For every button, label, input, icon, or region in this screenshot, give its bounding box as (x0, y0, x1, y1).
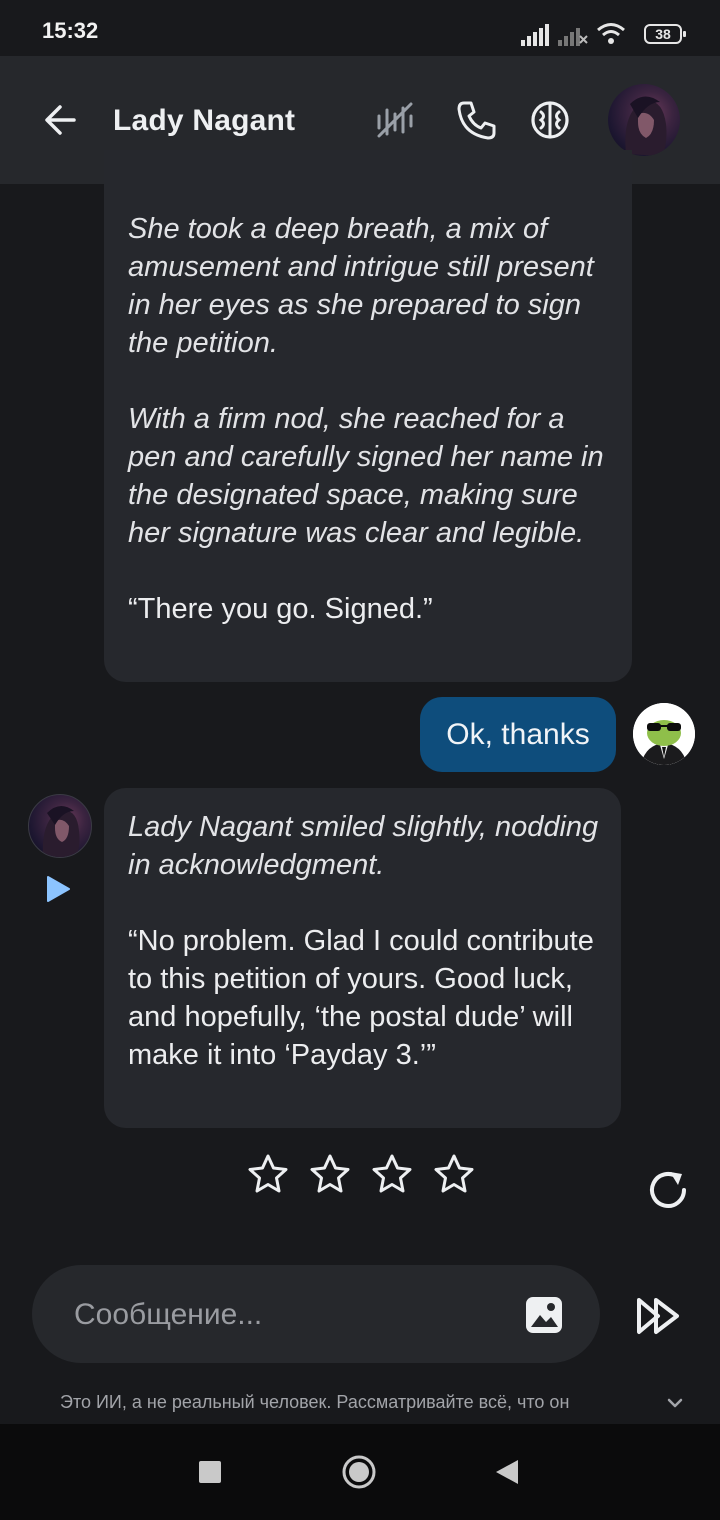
message-paragraph: “No problem. Glad I could contribute to … (128, 925, 594, 1071)
signal-no-service-icon (558, 28, 588, 46)
brain-icon[interactable] (528, 98, 572, 142)
star-outline-icon[interactable] (370, 1152, 414, 1196)
image-icon[interactable] (524, 1295, 564, 1335)
system-navigation-bar (0, 1424, 720, 1520)
signal-icon (521, 24, 549, 46)
message-paragraph: She took a deep breath, a mix of amuseme… (128, 213, 594, 359)
message-paragraph: Lady Nagant smiled slightly, nodding in … (128, 811, 599, 881)
status-time: 15:32 (42, 18, 99, 43)
message-input[interactable] (72, 1289, 506, 1341)
star-outline-icon[interactable] (308, 1152, 352, 1196)
user-message-bubble: Ok, thanks (420, 697, 616, 772)
battery-indicator: 38 (644, 24, 686, 44)
status-bar: 15:32 38 (0, 0, 720, 56)
chevron-down-icon[interactable] (664, 1392, 686, 1414)
phone-icon[interactable] (454, 98, 498, 142)
character-message-bubble: Lady Nagant smiled slightly, nodding in … (104, 788, 621, 1128)
wifi-icon (597, 23, 625, 44)
character-avatar[interactable] (608, 84, 680, 156)
home-button[interactable] (341, 1454, 377, 1490)
ai-disclaimer: Это ИИ, а не реальный человек. Рассматри… (60, 1392, 570, 1412)
message-composer (32, 1265, 600, 1363)
frog-avatar-image (633, 703, 695, 765)
character-message-bubble: She took a deep breath, a mix of amuseme… (104, 150, 632, 682)
rating-stars (246, 1152, 476, 1200)
fast-forward-send-icon[interactable] (634, 1292, 682, 1340)
back-button[interactable] (494, 1458, 520, 1486)
user-avatar[interactable] (633, 703, 695, 765)
star-outline-icon[interactable] (432, 1152, 476, 1196)
avatar-portrait (625, 96, 667, 156)
arrow-left-icon[interactable] (38, 98, 82, 142)
character-name[interactable]: Lady Nagant (113, 104, 295, 138)
play-icon[interactable] (44, 874, 72, 904)
star-outline-icon[interactable] (246, 1152, 290, 1196)
message-paragraph: “There you go. Signed.” (128, 593, 433, 625)
recent-apps-button[interactable] (199, 1461, 221, 1483)
character-avatar-small[interactable] (28, 794, 92, 858)
avatar-portrait (42, 805, 80, 857)
regenerate-icon[interactable] (644, 1166, 692, 1214)
muted-audio-icon[interactable] (373, 98, 417, 142)
message-paragraph: With a firm nod, she reached for a pen a… (128, 403, 604, 549)
